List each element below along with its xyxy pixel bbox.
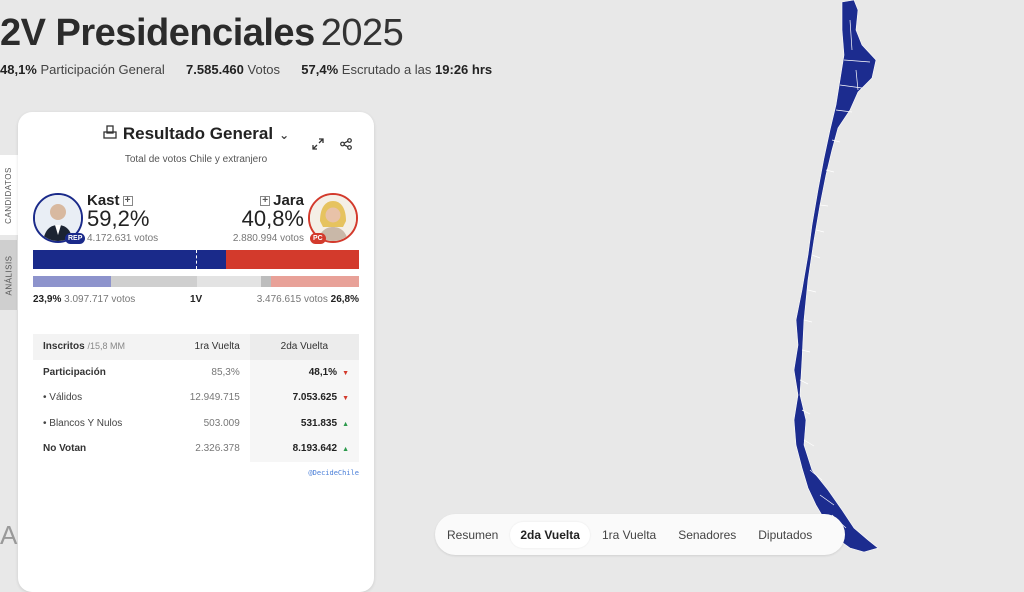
first-round-bar <box>33 276 359 287</box>
row-label: • Blancos Y Nulos <box>43 417 123 429</box>
tab-candidates[interactable]: CANDIDATOS <box>0 155 19 235</box>
table-row: No Votan 2.326.378 8.193.642 ▲ <box>33 436 359 462</box>
page-title: 2V Presidenciales 2025 <box>0 12 404 55</box>
row-second-round: 8.193.642 <box>292 443 338 455</box>
trend-down-icon: ▼ <box>342 395 349 403</box>
row-first-round: 2.326.378 <box>195 443 240 455</box>
trend-up-icon: ▲ <box>342 420 349 428</box>
header-inscritos: Inscritos <box>43 341 85 353</box>
tab-analysis-label: ANÁLISIS <box>4 254 14 296</box>
scrutinized-time: 19:26 hrs <box>435 62 493 77</box>
table-row: • Válidos 12.949.715 7.053.625 ▼ <box>33 385 359 411</box>
row-label: Participación <box>43 366 106 378</box>
first-round-mid-segment <box>111 276 197 287</box>
row-first-round: 503.009 <box>203 417 240 429</box>
first-round-left-segment <box>33 276 111 287</box>
majority-line <box>196 250 197 269</box>
table-row: • Blancos Y Nulos 503.009 531.835 ▲ <box>33 410 359 436</box>
chile-map[interactable] <box>780 0 890 560</box>
ballot-box-icon <box>103 124 117 144</box>
bottom-partial-text: A <box>0 520 18 550</box>
region-borders <box>799 19 871 529</box>
header-first-round: 1ra Vuelta <box>163 334 250 360</box>
tab-analysis[interactable]: ANÁLISIS <box>0 240 17 310</box>
row-label: No Votan <box>43 443 87 455</box>
participation-pct: 48,1% <box>0 62 37 77</box>
first-round-left-votes: 3.097.717 votos <box>64 294 136 305</box>
votes-label: Votos <box>247 62 281 77</box>
stats-table: Inscritos /15,8 MM 1ra Vuelta 2da Vuelta… <box>33 334 359 462</box>
scrutinized-label: Escrutado a las <box>341 62 432 77</box>
trend-down-icon: ▼ <box>342 369 349 377</box>
chevron-down-icon: ⌄ <box>279 128 290 142</box>
candidate-right-pct: 40,8% <box>241 206 304 231</box>
table-row: Participación 85,3% 48,1% ▼ <box>33 359 359 385</box>
nav-1ra-vuelta[interactable]: 1ra Vuelta <box>592 522 666 548</box>
table-header: Inscritos /15,8 MM 1ra Vuelta 2da Vuelta <box>33 334 359 360</box>
panel-subtitle: Total de votos Chile y extranjero <box>124 154 268 165</box>
plus-icon[interactable]: + <box>260 196 271 207</box>
results-panel: Resultado General ⌄ Total de votos Chile … <box>18 112 374 592</box>
row-first-round: 85,3% <box>211 366 240 378</box>
votes-total: 7.585.460 <box>186 62 244 77</box>
expand-icon[interactable] <box>310 136 326 152</box>
participation-label: Participación General <box>40 62 165 77</box>
result-bar <box>33 250 359 269</box>
panel-title: Resultado General <box>122 124 274 143</box>
first-round-mid2-segment <box>197 276 261 287</box>
first-round-right-votes: 3.476.615 votos <box>256 294 328 305</box>
row-first-round: 12.949.715 <box>189 392 240 404</box>
title-year: 2025 <box>320 12 404 54</box>
row-second-round: 531.835 <box>300 417 338 429</box>
share-icon[interactable] <box>338 136 354 152</box>
plus-icon[interactable]: + <box>122 196 133 207</box>
credit-link[interactable]: @DecideChile <box>308 469 359 477</box>
header-inscritos-sub: /15,8 MM <box>87 341 125 352</box>
party-badge-right: PC <box>310 233 326 244</box>
first-round-left: 23,9% 3.097.717 votos <box>33 294 135 305</box>
party-badge-left: REP <box>65 233 86 244</box>
nav-resumen[interactable]: Resumen <box>437 522 508 548</box>
scrutinized-pct: 57,4% <box>301 62 339 77</box>
nav-senadores[interactable]: Senadores <box>668 522 746 548</box>
first-round-label: 1V <box>190 294 203 305</box>
candidate-right-votes: 2.880.994 votos <box>232 233 304 244</box>
bottom-nav: Resumen 2da Vuelta 1ra Vuelta Senadores … <box>435 514 845 555</box>
candidate-left-pct: 59,2% <box>87 206 150 231</box>
first-round-right: 3.476.615 votos 26,8% <box>257 294 359 305</box>
first-round-right-pct: 26,8% <box>330 294 359 305</box>
first-round-left-pct: 23,9% <box>33 294 62 305</box>
tab-candidates-label: CANDIDATOS <box>4 166 13 224</box>
title-text: 2V Presidenciales <box>0 12 315 54</box>
header-second-round: 2da Vuelta <box>249 334 359 360</box>
result-bar-right <box>226 250 359 269</box>
nav-2da-vuelta[interactable]: 2da Vuelta <box>510 521 590 548</box>
trend-up-icon: ▲ <box>342 446 349 454</box>
nav-diputados[interactable]: Diputados <box>748 522 822 548</box>
candidate-left-votes: 4.172.631 votos <box>87 233 159 244</box>
row-second-round: 48,1% <box>308 366 338 378</box>
first-round-right-segment <box>271 276 359 287</box>
chile-map-shape[interactable] <box>793 0 879 553</box>
summary-stats: 48,1% Participación General 7.585.460 Vo… <box>0 62 492 77</box>
first-round-mid3-segment <box>261 276 271 287</box>
row-second-round: 7.053.625 <box>292 392 338 404</box>
row-label: • Válidos <box>43 392 83 404</box>
result-bar-left <box>33 250 226 269</box>
